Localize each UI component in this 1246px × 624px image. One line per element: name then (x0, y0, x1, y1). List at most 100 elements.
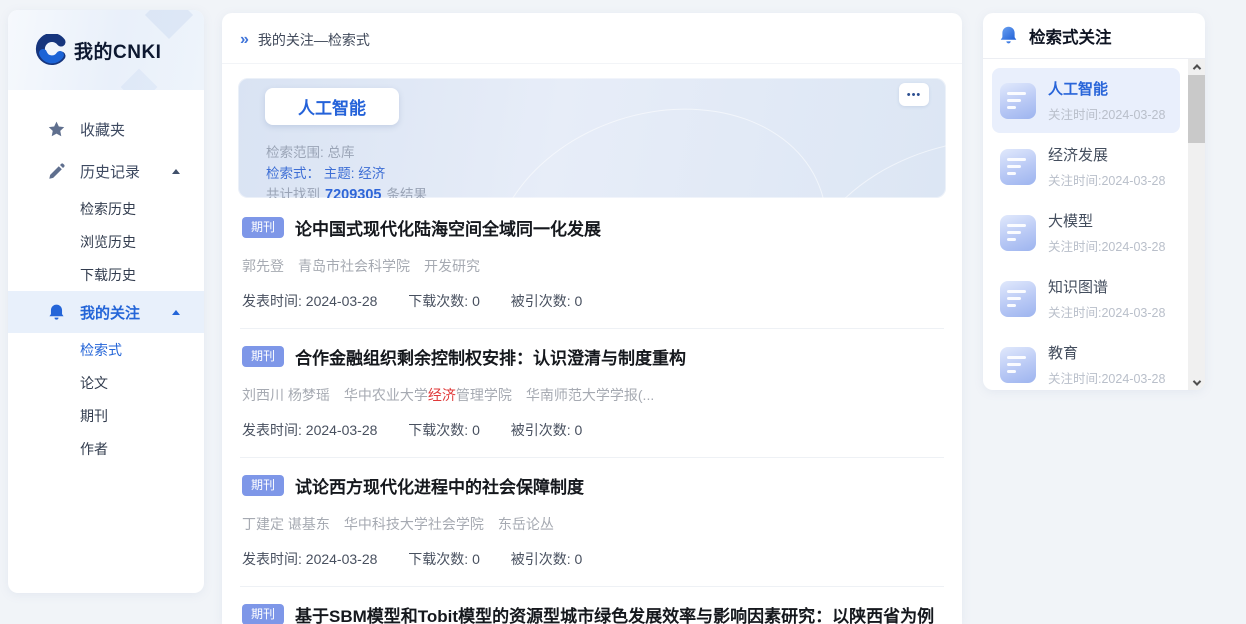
keyword-pill[interactable]: 人工智能 (265, 88, 399, 125)
double-chevron-icon: » (240, 32, 249, 48)
follow-time: 关注时间:2024-03-28 (1048, 302, 1165, 321)
query-name: 大模型 (1048, 210, 1165, 231)
download-count: 下载次数: 0 (408, 422, 480, 438)
publish-date: 发表时间: 2024-03-28 (242, 293, 377, 309)
main-content: » 我的关注—检索式 人工智能 ••• 检索范围: 总库 检索式： 主题: 经济… (222, 13, 962, 624)
query-name: 经济发展 (1048, 144, 1165, 165)
sidebar-item-papers[interactable]: 论文 (8, 366, 204, 399)
scroll-up-icon[interactable] (1188, 59, 1205, 74)
sidebar-item-journals[interactable]: 期刊 (8, 399, 204, 432)
article-authors: 丁建定 谌基东 华中科技大学社会学院 东岳论丛 (242, 514, 942, 534)
history-pen-icon (46, 161, 66, 181)
page: { "colors": { "accent": "#2465d8", "badg… (0, 0, 1246, 624)
query-name: 人工智能 (1048, 78, 1165, 99)
query-name: 教育 (1048, 342, 1165, 363)
collapse-arrow-icon[interactable] (172, 169, 180, 174)
article-item: 期刊 合作金融组织剩余控制权安排：认识澄清与制度重构 刘西川 杨梦瑶 华中农业大… (240, 329, 944, 458)
result-count[interactable]: 7209305 (325, 187, 381, 198)
panel-header: 检索式关注 (983, 13, 1205, 59)
followed-query-item[interactable]: 人工智能 关注时间:2024-03-28 (992, 68, 1180, 133)
more-options-button[interactable]: ••• (899, 83, 929, 106)
article-meta: 发表时间: 2024-03-28 下载次数: 0 被引次数: 0 (242, 549, 942, 569)
sidebar-nav: 收藏夹 历史记录 检索历史 浏览历史 下载历史 (8, 90, 204, 465)
sidebar-item-history[interactable]: 历史记录 (8, 150, 204, 192)
download-count: 下载次数: 0 (408, 293, 480, 309)
follow-time: 关注时间:2024-03-28 (1048, 368, 1165, 387)
sidebar-item-label: 收藏夹 (80, 119, 125, 140)
sub-item-label: 检索式 (80, 340, 122, 360)
followed-query-card: 人工智能 ••• 检索范围: 总库 检索式： 主题: 经济 共计找到 720930… (238, 78, 946, 198)
document-icon (1000, 347, 1036, 383)
follow-time: 关注时间:2024-03-28 (1048, 236, 1165, 255)
download-count: 下载次数: 0 (408, 551, 480, 567)
article-item: 期刊 试论西方现代化进程中的社会保障制度 丁建定 谌基东 华中科技大学社会学院 … (240, 458, 944, 587)
journal-badge: 期刊 (242, 604, 284, 624)
sub-item-label: 下载历史 (80, 265, 136, 285)
collapse-arrow-icon[interactable] (172, 310, 180, 315)
publish-date: 发表时间: 2024-03-28 (242, 422, 377, 438)
left-sidebar: 我的CNKI 收藏夹 历史记录 检索历史 浏览历史 (8, 10, 204, 593)
document-icon (1000, 215, 1036, 251)
followed-query-item[interactable]: 大模型 关注时间:2024-03-28 (992, 200, 1180, 265)
result-summary-line: 共计找到 7209305 条结果 (266, 183, 427, 198)
sidebar-item-label: 历史记录 (80, 161, 140, 182)
breadcrumb: » 我的关注—检索式 (222, 13, 962, 64)
sub-item-label: 期刊 (80, 406, 108, 426)
sidebar-item-browse-history[interactable]: 浏览历史 (8, 225, 204, 258)
scrollbar-thumb[interactable] (1188, 75, 1205, 143)
article-authors: 刘西川 杨梦瑶 华中农业大学经济管理学院 华南师范大学学报(... (242, 385, 942, 405)
panel-title: 检索式关注 (1029, 24, 1112, 48)
scroll-down-icon[interactable] (1188, 375, 1205, 390)
sub-item-label: 论文 (80, 373, 108, 393)
article-authors: 郭先登 青岛市社会科学院 开发研究 (242, 256, 942, 276)
follow-submenu: 检索式 论文 期刊 作者 (8, 333, 204, 465)
followed-queries-list: 人工智能 关注时间:2024-03-28 经济发展 关注时间:2024-03-2… (983, 59, 1205, 390)
history-submenu: 检索历史 浏览历史 下载历史 (8, 192, 204, 291)
document-icon (1000, 149, 1036, 185)
article-item: 期刊 基于SBM模型和Tobit模型的资源型城市绿色发展效率与影响因素研究：以陕… (240, 587, 944, 624)
citation-count: 被引次数: 0 (511, 551, 583, 567)
citation-count: 被引次数: 0 (511, 293, 583, 309)
article-title[interactable]: 论中国式现代化陆海空间全域同一化发展 (295, 215, 601, 240)
result-suffix: 条结果 (386, 187, 427, 198)
search-query-line: 检索式： 主题: 经济 (266, 162, 385, 182)
journal-badge: 期刊 (242, 475, 284, 497)
document-icon (1000, 83, 1036, 119)
query-name: 知识图谱 (1048, 276, 1165, 297)
sidebar-item-favorites[interactable]: 收藏夹 (8, 108, 204, 150)
followed-query-item[interactable]: 教育 关注时间:2024-03-28 (992, 332, 1180, 390)
search-scope-line: 检索范围: 总库 (266, 141, 355, 161)
article-title[interactable]: 基于SBM模型和Tobit模型的资源型城市绿色发展效率与影响因素研究：以陕西省为… (295, 602, 934, 624)
article-list: 期刊 论中国式现代化陆海空间全域同一化发展 郭先登 青岛市社会科学院 开发研究 … (222, 200, 962, 624)
citation-count: 被引次数: 0 (511, 422, 583, 438)
sidebar-item-my-follow[interactable]: 我的关注 (8, 291, 204, 333)
follow-time: 关注时间:2024-03-28 (1048, 104, 1165, 123)
sidebar-item-search-history[interactable]: 检索历史 (8, 192, 204, 225)
article-title[interactable]: 合作金融组织剩余控制权安排：认识澄清与制度重构 (295, 344, 686, 369)
journal-badge: 期刊 (242, 217, 284, 239)
followed-query-item[interactable]: 知识图谱 关注时间:2024-03-28 (992, 266, 1180, 331)
article-title[interactable]: 试论西方现代化进程中的社会保障制度 (295, 473, 584, 498)
document-icon (1000, 281, 1036, 317)
article-meta: 发表时间: 2024-03-28 下载次数: 0 被引次数: 0 (242, 420, 942, 440)
sidebar-item-label: 我的关注 (80, 302, 140, 323)
sub-item-label: 检索历史 (80, 199, 136, 219)
journal-badge: 期刊 (242, 346, 284, 368)
followed-query-item[interactable]: 经济发展 关注时间:2024-03-28 (992, 134, 1180, 199)
followed-queries-panel: 检索式关注 人工智能 关注时间:2024-03-28 经济发展 关注时间:202… (983, 13, 1205, 390)
app-title: 我的CNKI (74, 37, 161, 64)
follow-time: 关注时间:2024-03-28 (1048, 170, 1165, 189)
sidebar-item-authors[interactable]: 作者 (8, 432, 204, 465)
sidebar-item-search-expression[interactable]: 检索式 (8, 333, 204, 366)
bell-icon (998, 25, 1019, 46)
sidebar-item-download-history[interactable]: 下载历史 (8, 258, 204, 291)
article-item: 期刊 论中国式现代化陆海空间全域同一化发展 郭先登 青岛市社会科学院 开发研究 … (240, 200, 944, 329)
logo-header: 我的CNKI (8, 10, 204, 90)
article-meta: 发表时间: 2024-03-28 下载次数: 0 被引次数: 0 (242, 291, 942, 311)
cnki-logo-icon (34, 34, 66, 66)
star-icon (46, 119, 66, 139)
sub-item-label: 浏览历史 (80, 232, 136, 252)
result-prefix: 共计找到 (266, 187, 320, 198)
bell-icon (46, 302, 66, 322)
right-panel-scrollbar[interactable] (1188, 59, 1205, 390)
